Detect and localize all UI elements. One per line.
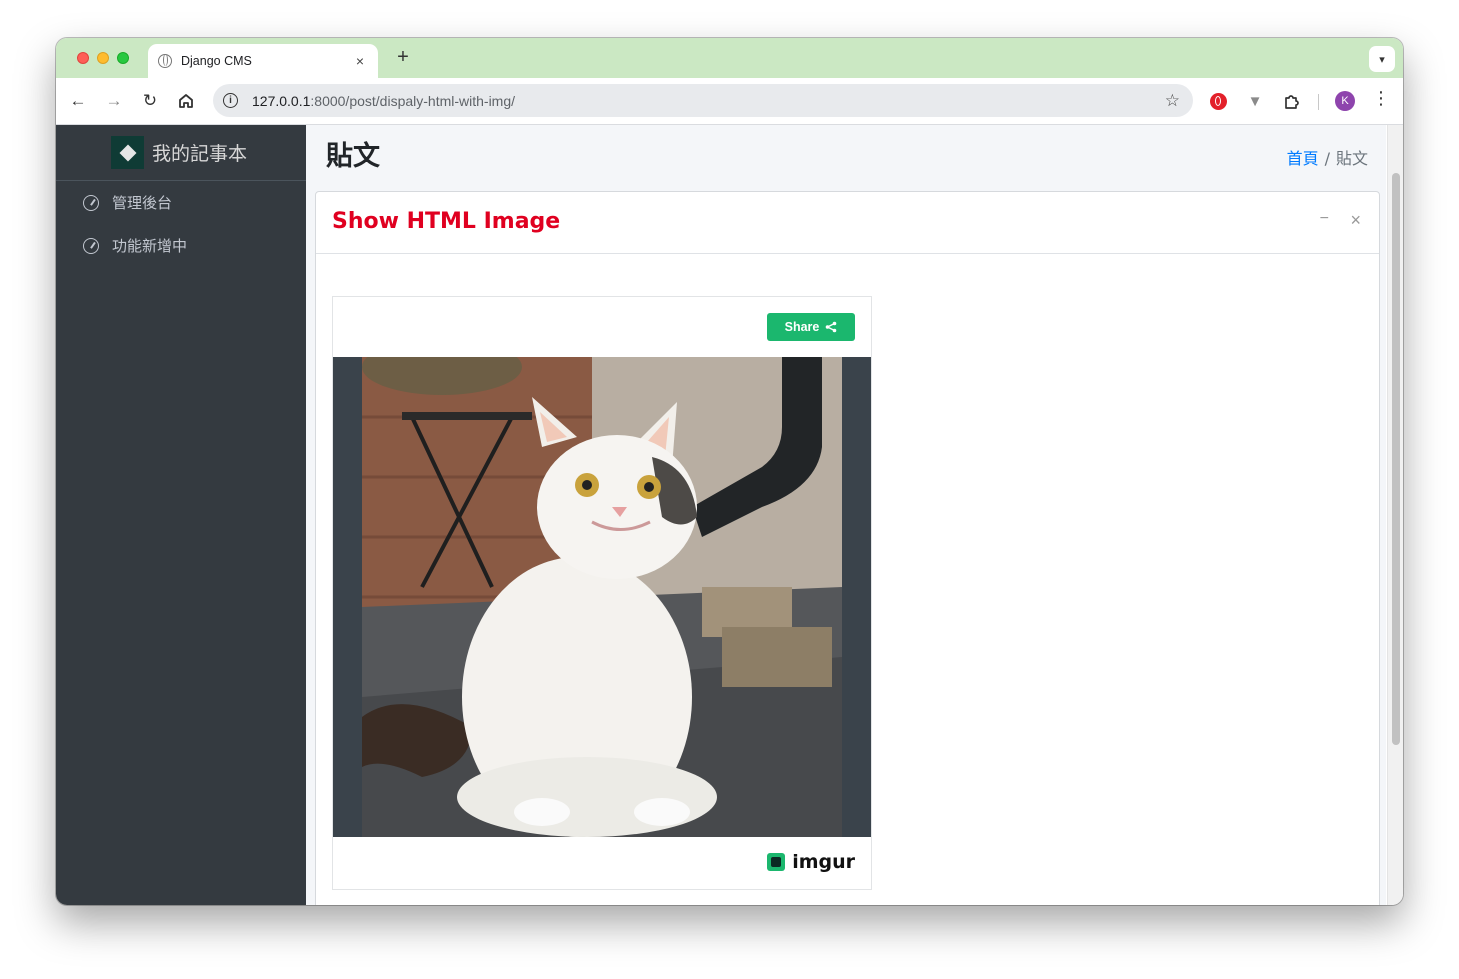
breadcrumb-current: 貼文 (1335, 149, 1368, 168)
url-path: :8000/post/dispaly-html-with-img/ (310, 92, 516, 109)
reload-button[interactable]: ↻ (136, 88, 164, 114)
url-host: 127.0.0.1 (252, 92, 311, 109)
forward-button[interactable]: → (100, 88, 128, 114)
breadcrumb-home-link[interactable]: 首頁 (1287, 149, 1319, 168)
imgur-badge[interactable]: imgur (767, 851, 855, 873)
page-header: 貼文 首頁 / 貼文 (306, 125, 1386, 191)
reload-icon: ↻ (142, 91, 158, 110)
page-title: 貼文 (326, 141, 380, 172)
star-icon[interactable]: ☆ (1165, 91, 1180, 111)
tab-close-icon[interactable]: × (352, 53, 368, 69)
main-content: 貼文 首頁 / 貼文 Show HTML Image − × Share img… (306, 125, 1386, 905)
tab-strip: Django CMS × + ▾ (56, 38, 1403, 78)
brand-link[interactable]: 我的記事本 (56, 125, 306, 181)
url-text[interactable]: 127.0.0.1:8000/post/dispaly-html-with-im… (252, 93, 1165, 109)
opera-extension-icon (1209, 92, 1227, 110)
close-window-button[interactable] (77, 52, 89, 64)
globe-icon (158, 54, 172, 68)
back-button[interactable]: ← (64, 88, 92, 114)
post-card: Show HTML Image − × Share imgur (315, 191, 1380, 905)
close-card-icon[interactable]: × (1350, 210, 1361, 231)
puzzle-icon (1284, 94, 1299, 109)
vivaldi-extension-button[interactable]: ▼ (1244, 90, 1266, 112)
cat-image (362, 357, 842, 837)
page-scrollbar[interactable] (1387, 125, 1403, 905)
info-icon[interactable]: i (223, 93, 238, 108)
page-viewport: 我的記事本 管理後台 功能新增中 貼文 首頁 / 貼文 Show HTML Imag… (56, 125, 1403, 905)
tab-title: Django CMS (181, 54, 252, 68)
browser-toolbar: ← → ↻ i 127.0.0.1:8000/post/dispaly-html… (56, 78, 1403, 125)
share-button[interactable]: Share (767, 313, 855, 341)
address-bar[interactable]: i 127.0.0.1:8000/post/dispaly-html-with-… (213, 84, 1193, 117)
imgur-embed: Share imgur (332, 296, 872, 890)
collapse-card-icon[interactable]: − (1320, 210, 1329, 228)
forward-arrow-icon: → (105, 91, 123, 110)
opera-extension-button[interactable] (1207, 90, 1229, 112)
toolbar-divider (1318, 94, 1319, 110)
brand-logo (111, 136, 144, 169)
gauge-icon (83, 237, 99, 254)
back-arrow-icon: ← (69, 91, 87, 110)
vivaldi-extension-icon: ▼ (1247, 92, 1263, 110)
cat-photo[interactable] (362, 357, 842, 837)
diamond-icon (119, 144, 136, 161)
imgur-logo-icon (767, 853, 786, 871)
sidebar-item-label: 功能新增中 (112, 237, 188, 255)
new-tab-button[interactable]: + (392, 46, 414, 69)
home-icon (179, 94, 193, 108)
tab-search-button[interactable]: ▾ (1369, 46, 1395, 72)
browser-window: Django CMS × + ▾ ← → ↻ i 127.0.0.1:8000/… (56, 38, 1403, 905)
kebab-menu-icon[interactable]: ⋮ (1372, 88, 1390, 109)
sidebar: 我的記事本 管理後台 功能新增中 (56, 125, 306, 905)
image-frame (333, 357, 871, 837)
extensions-button[interactable] (1280, 90, 1302, 112)
breadcrumb: 首頁 / 貼文 (1287, 145, 1368, 169)
breadcrumb-separator: / (1324, 149, 1330, 168)
sidebar-item-admin[interactable]: 管理後台 (56, 181, 306, 224)
imgur-wordmark: imgur (792, 851, 855, 873)
gauge-icon (83, 194, 99, 211)
sidebar-item-features[interactable]: 功能新增中 (56, 224, 306, 267)
chevron-down-icon: ▾ (1379, 53, 1385, 66)
minimize-window-button[interactable] (97, 52, 109, 64)
card-title: Show HTML Image (332, 209, 561, 234)
zoom-window-button[interactable] (117, 52, 129, 64)
home-button[interactable] (172, 88, 200, 114)
scrollbar-thumb[interactable] (1392, 173, 1400, 745)
browser-tab[interactable]: Django CMS × (148, 44, 378, 78)
share-icon (826, 321, 837, 333)
profile-avatar[interactable]: K (1335, 91, 1355, 111)
brand-text: 我的記事本 (152, 143, 248, 165)
sidebar-item-label: 管理後台 (112, 194, 173, 212)
share-button-label: Share (784, 320, 820, 334)
card-header: Show HTML Image − × (316, 192, 1379, 254)
